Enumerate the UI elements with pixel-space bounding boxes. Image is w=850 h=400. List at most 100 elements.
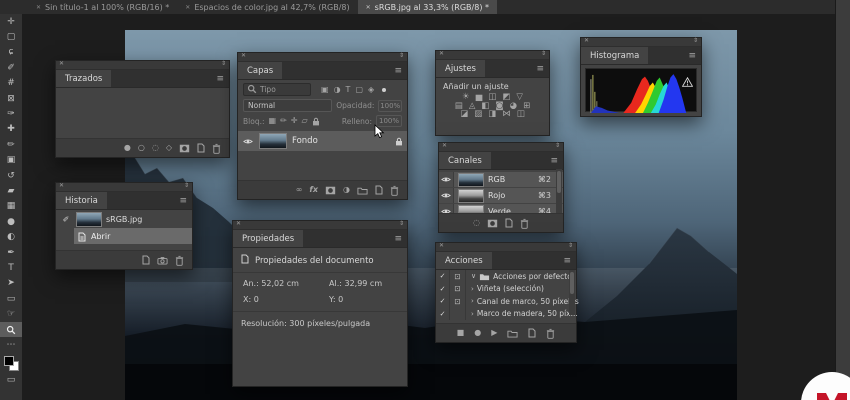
action-check-icon[interactable]: ✓ [436, 283, 450, 296]
filter-smart-objects-icon[interactable]: ◈ [368, 86, 374, 94]
close-icon[interactable]: ✕ [59, 182, 64, 190]
slice-tool[interactable]: ⊠ [0, 91, 22, 106]
collapse-icon[interactable]: ⇕ [568, 242, 573, 250]
action-row[interactable]: ✓⊡›Viñeta (selección) [436, 283, 576, 296]
new-snapshot-icon[interactable] [157, 256, 168, 265]
action-check-icon[interactable]: ✓ [436, 295, 450, 308]
vibrance-icon[interactable]: ▽ [516, 93, 523, 102]
eraser-tool[interactable]: ▰ [0, 183, 22, 198]
channel-row-rgb[interactable]: RGB⌘2 [439, 172, 563, 187]
hand-tool[interactable]: ☞ [0, 306, 22, 321]
tab-ajustes[interactable]: Ajustes [436, 60, 485, 77]
filter-type-layers-icon[interactable]: T [346, 86, 351, 94]
type-tool[interactable]: T [0, 260, 22, 275]
new-layer-icon[interactable] [375, 185, 383, 195]
load-channel-selection-icon[interactable]: ◌ [473, 219, 480, 227]
filter-adjustment-layers-icon[interactable]: ◑ [334, 86, 341, 94]
tab-historia[interactable]: Historia [56, 192, 107, 209]
delete-layer-icon[interactable] [390, 185, 399, 196]
invert-icon[interactable]: ◪ [460, 110, 468, 119]
action-check-icon[interactable]: ✓ [436, 308, 450, 321]
document-tab-1[interactable]: ✕Sin título-1 al 100% (RGB/16) * [28, 0, 177, 14]
close-icon[interactable]: ✕ [439, 242, 444, 250]
new-document-from-state-icon[interactable] [142, 255, 150, 265]
quick-selection-tool[interactable]: ✐ [0, 60, 22, 75]
adjustment-layer-icon[interactable]: ◑ [343, 186, 350, 194]
filter-shape-layers-icon[interactable]: ▢ [355, 86, 363, 94]
collapse-icon[interactable]: ⇕ [399, 220, 404, 228]
filter-toggle-icon[interactable] [382, 88, 386, 92]
document-tab-2[interactable]: ✕Espacios de color.jpg al 42,7% (RGB/8) [177, 0, 357, 14]
screen-mode-icon[interactable]: ▭ [0, 373, 22, 388]
shape-tool[interactable]: ▭ [0, 291, 22, 306]
tab-propiedades[interactable]: Propiedades [233, 230, 303, 247]
collapse-icon[interactable]: ⇕ [555, 142, 560, 150]
collapse-icon[interactable]: ⇕ [541, 50, 546, 58]
panel-menu-icon[interactable]: ≡ [394, 230, 402, 247]
expander-icon[interactable]: › [471, 310, 474, 318]
link-layers-icon[interactable]: ∞ [296, 186, 303, 194]
gradient-map-icon[interactable]: ◫ [517, 110, 525, 119]
tab-canales[interactable]: Canales [439, 152, 491, 169]
tab-trazados[interactable]: Trazados [56, 70, 111, 87]
action-row[interactable]: ✓⊡›Canal de marco, 50 píxeles [436, 295, 576, 308]
panel-menu-icon[interactable]: ≡ [394, 62, 402, 79]
tab-histograma[interactable]: Histograma [581, 47, 648, 64]
layer-thumbnail[interactable] [259, 133, 287, 149]
history-brush-source-icon[interactable]: ✐ [60, 215, 72, 224]
action-row[interactable]: ✓›Marco de madera, 50 píx... [436, 308, 576, 321]
close-icon[interactable]: ✕ [442, 142, 447, 150]
delete-action-icon[interactable] [546, 328, 555, 339]
expander-icon[interactable]: › [471, 285, 474, 293]
panel-titlebar[interactable]: ✕ ⇕ [436, 51, 549, 60]
panel-titlebar[interactable]: ✕ ⇕ [56, 183, 192, 192]
delete-path-icon[interactable] [212, 143, 221, 154]
delete-channel-icon[interactable] [520, 218, 529, 229]
layer-style-icon[interactable]: fx [309, 186, 318, 194]
posterize-icon[interactable]: ▨ [474, 110, 482, 119]
action-dialog-icon[interactable] [450, 308, 466, 321]
selective-color-icon[interactable]: ⋈ [502, 110, 511, 119]
stroke-path-icon[interactable]: ○ [138, 144, 145, 152]
tab-acciones[interactable]: Acciones [436, 252, 492, 269]
new-group-icon[interactable] [357, 186, 368, 195]
color-swatches[interactable] [0, 353, 22, 373]
document-tab-3[interactable]: ✕sRGB.jpg al 33,3% (RGB/8) * [358, 0, 497, 14]
healing-brush-tool[interactable]: ✚ [0, 122, 22, 137]
fill-path-icon[interactable]: ● [124, 144, 131, 152]
visibility-eye-icon[interactable] [439, 172, 454, 187]
lock-pixels-icon[interactable]: ✏ [280, 117, 287, 125]
stop-icon[interactable]: ■ [457, 329, 465, 337]
record-icon[interactable]: ● [474, 329, 481, 337]
filter-pixel-layers-icon[interactable]: ▣ [321, 86, 329, 94]
dodge-tool[interactable]: ◐ [0, 229, 22, 244]
scrollbar[interactable] [556, 169, 562, 215]
lock-all-icon[interactable] [312, 117, 320, 126]
visibility-eye-icon[interactable] [439, 188, 454, 203]
panel-titlebar[interactable]: ✕ ⇕ [238, 53, 407, 62]
channel-row-rojo[interactable]: Rojo⌘3 [439, 188, 563, 203]
collapse-icon[interactable]: ⇕ [693, 37, 698, 45]
tab-close-icon[interactable]: ✕ [185, 4, 190, 11]
brush-tool[interactable]: ✏ [0, 137, 22, 152]
action-dialog-icon[interactable]: ⊡ [450, 295, 466, 308]
panel-titlebar[interactable]: ✕ ⇕ [581, 38, 701, 47]
history-step[interactable]: Abrir [74, 228, 192, 244]
history-source-row[interactable]: ✐ sRGB.jpg [56, 210, 192, 228]
foreground-color-swatch[interactable] [4, 356, 14, 366]
lock-artboard-icon[interactable]: ▱ [301, 117, 307, 125]
zoom-tool[interactable] [0, 322, 22, 337]
panel-titlebar[interactable]: ✕ ⇕ [56, 61, 229, 70]
lock-transparent-icon[interactable]: ▦ [269, 117, 277, 125]
expander-icon[interactable]: › [471, 297, 474, 305]
panel-titlebar[interactable]: ✕ ⇕ [233, 221, 407, 230]
action-check-icon[interactable]: ✓ [436, 270, 450, 283]
play-icon[interactable]: ▶ [491, 329, 497, 337]
scrollbar[interactable] [569, 270, 575, 315]
close-icon[interactable]: ✕ [59, 60, 64, 68]
load-path-selection-icon[interactable]: ◌ [152, 144, 159, 152]
blur-tool[interactable]: ● [0, 214, 22, 229]
panel-menu-icon[interactable]: ≡ [536, 60, 544, 77]
expander-icon[interactable]: ∨ [471, 272, 476, 280]
collapse-icon[interactable]: ⇕ [221, 60, 226, 68]
